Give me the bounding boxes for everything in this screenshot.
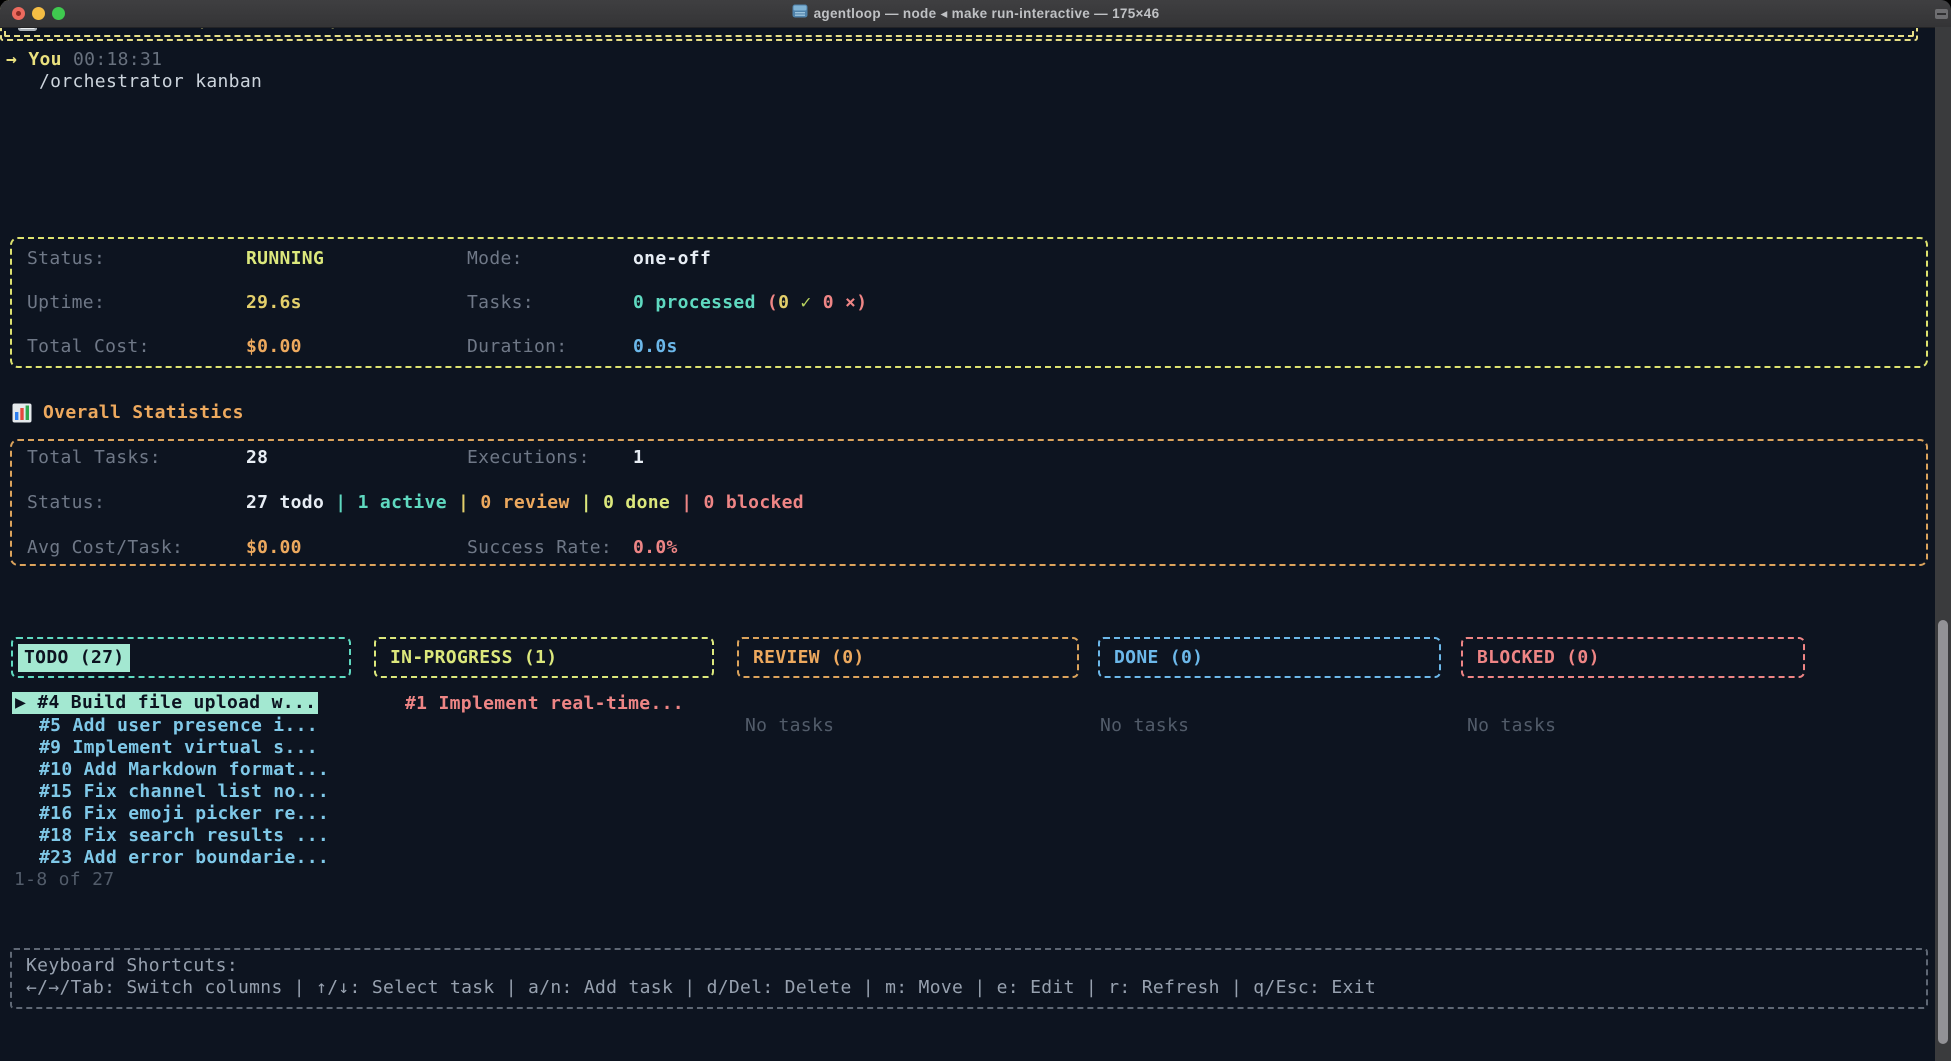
keyboard-shortcuts-list: ←/→/Tab: Switch columns | ↑/↓: Select ta… xyxy=(26,977,1926,999)
status-value: RUNNING xyxy=(246,248,324,270)
scrollbar-thumb[interactable] xyxy=(1938,620,1948,1044)
todo-pagination: 1-8 of 27 xyxy=(14,869,114,891)
executions-value: 1 xyxy=(633,447,644,469)
task-item-in-progress[interactable]: #1 Implement real-time... xyxy=(405,693,684,715)
task-item[interactable]: #5 Add user presence i... xyxy=(39,715,329,737)
success-rate-label: Success Rate: xyxy=(467,537,612,559)
executions-label: Executions: xyxy=(467,447,590,469)
success-rate-value: 0.0% xyxy=(633,537,678,559)
task-item[interactable]: #18 Fix search results ... xyxy=(39,825,329,847)
blocked-column-label: BLOCKED (0) xyxy=(1477,647,1600,669)
blocked-empty-state: No tasks xyxy=(1467,715,1556,737)
column-header-in-progress[interactable]: IN-PROGRESS (1) xyxy=(374,637,714,678)
overall-stats-header: Overall Statistics xyxy=(12,402,244,424)
terminal-window[interactable]: agentloop — node ◂ make run-interactive … xyxy=(0,0,1951,1061)
column-header-blocked[interactable]: BLOCKED (0) xyxy=(1461,637,1805,678)
avg-cost-value: $0.00 xyxy=(246,537,302,559)
task-item-selected[interactable]: ▶ #4 Build file upload w... xyxy=(12,692,318,714)
zoom-button[interactable] xyxy=(52,7,65,20)
check-icon: ✓ xyxy=(800,292,811,313)
review-column-label: REVIEW (0) xyxy=(753,647,865,669)
review-empty-state: No tasks xyxy=(745,715,834,737)
total-cost-label: Total Cost: xyxy=(27,336,150,358)
total-tasks-label: Total Tasks: xyxy=(27,447,161,469)
window-titlebar: agentloop — node ◂ make run-interactive … xyxy=(0,0,1951,28)
in-progress-column-label: IN-PROGRESS (1) xyxy=(390,647,557,669)
message-timestamp: 00:18:31 xyxy=(73,49,162,70)
task-item[interactable]: #23 Add error boundarie... xyxy=(39,847,329,869)
uptime-value: 29.6s xyxy=(246,292,302,314)
user-message-header: → You 00:18:31 xyxy=(6,49,162,71)
overall-stats-box: Total Tasks: 28 Executions: 1 Status: 27… xyxy=(10,439,1928,566)
total-cost-value: $0.00 xyxy=(246,336,302,358)
tasks-label: Tasks: xyxy=(467,292,534,314)
close-button[interactable] xyxy=(12,7,25,20)
done-column-label: DONE (0) xyxy=(1114,647,1203,669)
status-label: Status: xyxy=(27,248,105,270)
task-item[interactable]: #15 Fix channel list no... xyxy=(39,781,329,803)
keyboard-shortcuts-box: Keyboard Shortcuts: ←/→/Tab: Switch colu… xyxy=(10,948,1928,1009)
done-empty-state: No tasks xyxy=(1100,715,1189,737)
avg-cost-label: Avg Cost/Task: xyxy=(27,537,183,559)
terminal-doc-icon xyxy=(792,3,808,25)
stats-status-breakdown: 27 todo | 1 active | 0 review | 0 done |… xyxy=(246,492,804,514)
window-title: agentloop — node ◂ make run-interactive … xyxy=(814,3,1160,25)
todo-column-label: TODO (27) xyxy=(18,644,130,672)
split-pane-icon[interactable] xyxy=(1935,9,1948,19)
total-tasks-value: 28 xyxy=(246,447,268,469)
task-label: #4 Build file upload w... xyxy=(37,692,316,713)
prompt-arrow-icon: → xyxy=(6,49,17,70)
duration-value: 0.0s xyxy=(633,336,678,358)
cross-icon: ×) xyxy=(845,292,867,313)
bar-chart-icon xyxy=(12,403,32,423)
orchestrator-status-box: Status: RUNNING Mode: one-off Uptime: 29… xyxy=(10,237,1928,368)
selection-arrow-icon: ▶ xyxy=(15,692,37,713)
mode-value: one-off xyxy=(633,248,711,270)
uptime-label: Uptime: xyxy=(27,292,105,314)
tasks-value: 0 processed (0 ✓ 0 ×) xyxy=(633,292,867,314)
column-header-review[interactable]: REVIEW (0) xyxy=(737,637,1079,678)
user-label: You xyxy=(28,49,61,70)
minimize-button[interactable] xyxy=(32,7,45,20)
task-item[interactable]: #16 Fix emoji picker re... xyxy=(39,803,329,825)
scrollbar-track[interactable] xyxy=(1935,27,1951,1061)
mode-label: Mode: xyxy=(467,248,523,270)
task-item[interactable]: #9 Implement virtual s... xyxy=(39,737,329,759)
todo-task-list: #5 Add user presence i... #9 Implement v… xyxy=(39,715,329,869)
task-item[interactable]: #10 Add Markdown format... xyxy=(39,759,329,781)
stats-status-label: Status: xyxy=(27,492,105,514)
column-header-done[interactable]: DONE (0) xyxy=(1098,637,1441,678)
duration-label: Duration: xyxy=(467,336,567,358)
keyboard-shortcuts-title: Keyboard Shortcuts: xyxy=(26,955,1926,977)
overall-stats-title: Overall Statistics xyxy=(43,402,244,424)
user-command: /orchestrator kanban xyxy=(39,71,262,93)
column-header-todo[interactable]: TODO (27) xyxy=(11,637,351,678)
